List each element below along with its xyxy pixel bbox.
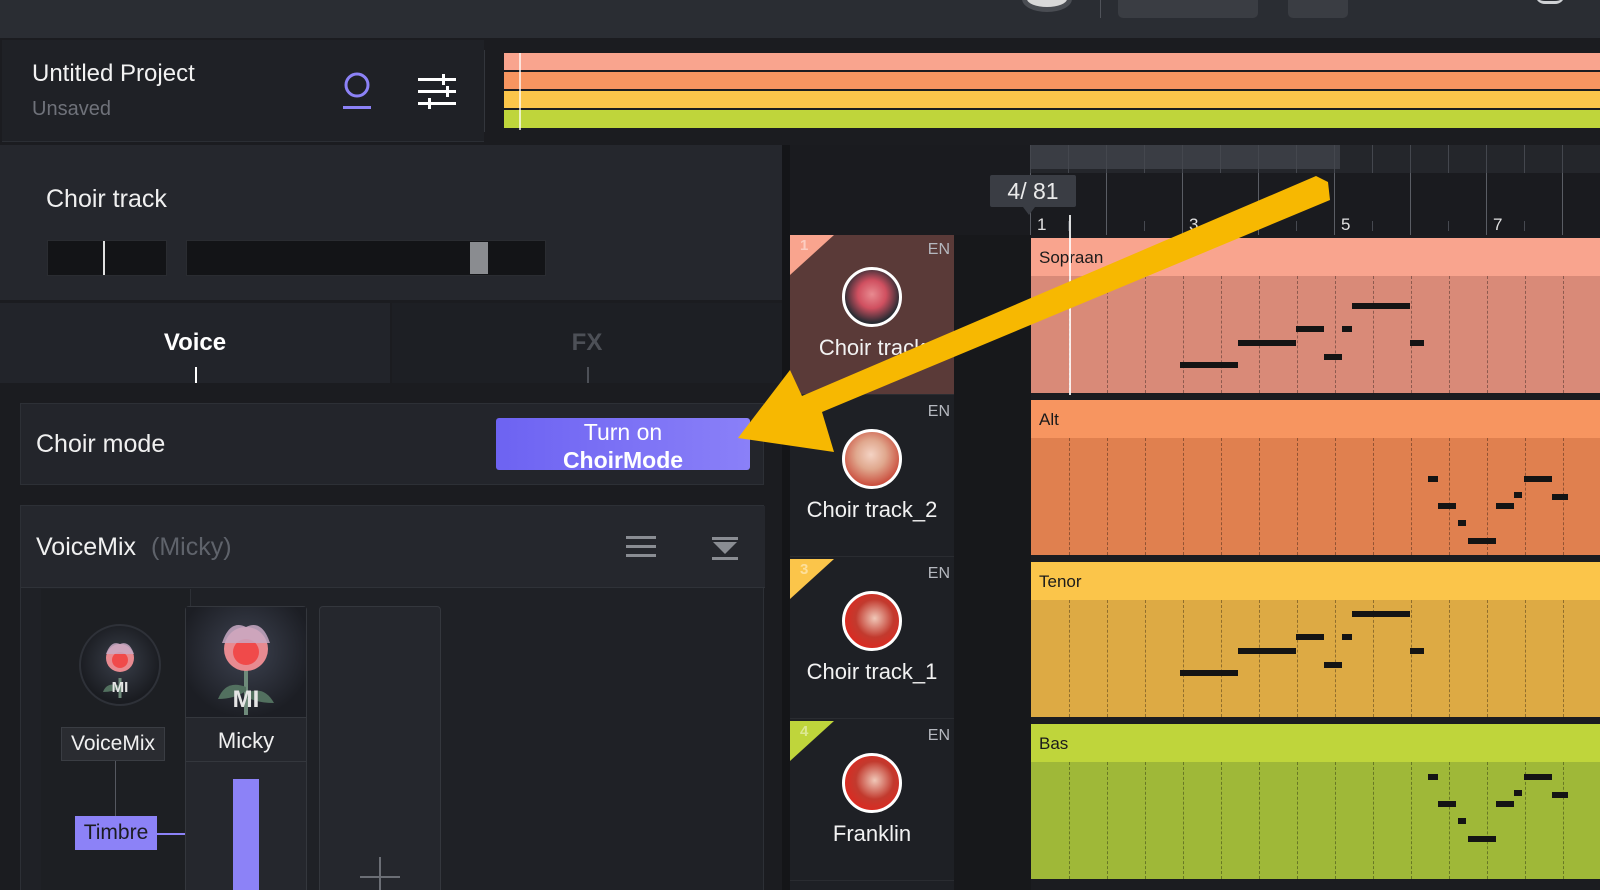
note-block[interactable] — [1180, 362, 1238, 368]
note-block[interactable] — [1496, 503, 1514, 509]
note-block[interactable] — [1352, 611, 1410, 617]
note-block[interactable] — [1438, 801, 1456, 807]
note-block[interactable] — [1524, 476, 1552, 482]
note-block[interactable] — [1342, 634, 1352, 640]
note-block[interactable] — [1352, 303, 1410, 309]
note-block[interactable] — [1458, 818, 1466, 824]
note-block[interactable] — [1428, 476, 1438, 482]
playhead-line[interactable] — [1069, 215, 1071, 395]
note-block[interactable] — [1324, 662, 1342, 668]
note-block[interactable] — [1552, 792, 1568, 798]
note-block[interactable] — [1324, 354, 1342, 360]
note-block[interactable] — [1410, 648, 1424, 654]
note-block[interactable] — [1468, 836, 1496, 842]
note-block[interactable] — [1468, 538, 1496, 544]
note-block[interactable] — [1342, 326, 1352, 332]
note-block[interactable] — [1458, 520, 1466, 526]
note-block[interactable] — [1438, 503, 1456, 509]
app-window: Untitled Project Unsaved Choir track Voi… — [0, 0, 1600, 890]
note-block[interactable] — [1514, 790, 1522, 796]
note-block[interactable] — [1180, 670, 1238, 676]
note-block[interactable] — [1428, 774, 1438, 780]
note-block[interactable] — [1552, 494, 1568, 500]
note-block[interactable] — [1514, 492, 1522, 498]
note-block[interactable] — [1410, 340, 1424, 346]
note-block[interactable] — [1296, 326, 1324, 332]
note-block[interactable] — [1524, 774, 1552, 780]
note-block[interactable] — [1296, 634, 1324, 640]
note-block[interactable] — [1496, 801, 1514, 807]
note-block[interactable] — [1238, 340, 1296, 346]
notes-layer — [0, 0, 1600, 890]
note-block[interactable] — [1238, 648, 1296, 654]
